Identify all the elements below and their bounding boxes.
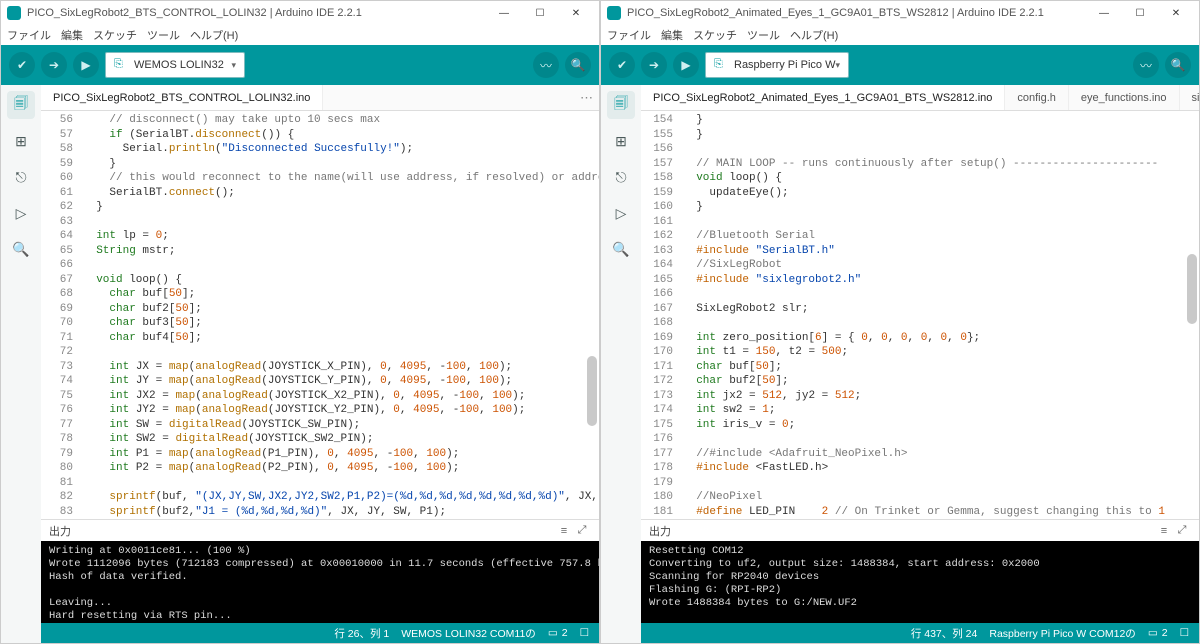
output-header: 出力 ≡ ⤢ bbox=[641, 519, 1199, 541]
menu-edit[interactable]: 編集 bbox=[61, 27, 83, 43]
output-label: 出力 bbox=[49, 523, 71, 539]
chevron-down-icon: ▾ bbox=[835, 60, 840, 71]
toolbar: ✔ ➔ ▶ ⎘ WEMOS LOLIN32 ▾ 〰 🔍 bbox=[1, 45, 599, 85]
serial-plotter-button[interactable]: 〰 bbox=[533, 52, 559, 78]
arduino-window-left: PICO_SixLegRobot2_BTS_CONTROL_LOLIN32 | … bbox=[0, 0, 600, 644]
verify-button[interactable]: ✔ bbox=[9, 52, 35, 78]
arduino-logo-icon bbox=[7, 6, 21, 20]
tab-sixlegrobot-cpp[interactable]: sixlegrobot2.cpp bbox=[1180, 85, 1200, 110]
chevron-down-icon: ▾ bbox=[231, 60, 236, 71]
tab-eyefunctions[interactable]: eye_functions.ino bbox=[1069, 85, 1180, 110]
code-editor[interactable]: 154 } 155 } 156 157 // MAIN LOOP -- runs… bbox=[641, 111, 1199, 519]
window-title: PICO_SixLegRobot2_Animated_Eyes_1_GC9A01… bbox=[627, 7, 1087, 19]
serial-monitor-button[interactable]: 🔍 bbox=[565, 52, 591, 78]
board-selector[interactable]: ⎘ WEMOS LOLIN32 ▾ bbox=[105, 52, 245, 78]
close-panel-icon[interactable]: ☐ bbox=[1180, 627, 1189, 639]
output-options-icon[interactable]: ≡ bbox=[555, 522, 573, 540]
menubar: ファイル 編集 スケッチ ツール ヘルプ(H) bbox=[601, 25, 1199, 45]
debug-button[interactable]: ▶ bbox=[673, 52, 699, 78]
boards-manager-icon[interactable]: ⊞ bbox=[607, 127, 635, 155]
usb-icon: ⎘ bbox=[714, 58, 728, 72]
tab-main-ino[interactable]: PICO_SixLegRobot2_BTS_CONTROL_LOLIN32.in… bbox=[41, 85, 323, 110]
menu-file[interactable]: ファイル bbox=[607, 27, 651, 43]
board-name: Raspberry Pi Pico W bbox=[734, 59, 835, 71]
output-options-icon[interactable]: ≡ bbox=[1155, 522, 1173, 540]
upload-button[interactable]: ➔ bbox=[641, 52, 667, 78]
serial-monitor-button[interactable]: 🔍 bbox=[1165, 52, 1191, 78]
debug-icon[interactable]: ▷ bbox=[7, 199, 35, 227]
arduino-window-right: PICO_SixLegRobot2_Animated_Eyes_1_GC9A01… bbox=[600, 0, 1200, 644]
titlebar[interactable]: PICO_SixLegRobot2_BTS_CONTROL_LOLIN32 | … bbox=[1, 1, 599, 25]
menu-edit[interactable]: 編集 bbox=[661, 27, 683, 43]
toolbar: ✔ ➔ ▶ ⎘ Raspberry Pi Pico W ▾ 〰 🔍 bbox=[601, 45, 1199, 85]
library-manager-icon[interactable]: ⎋ bbox=[7, 163, 35, 191]
status-board: WEMOS LOLIN32 COM11の bbox=[401, 626, 536, 641]
verify-button[interactable]: ✔ bbox=[609, 52, 635, 78]
status-bar: 行 26、列 1 WEMOS LOLIN32 COM11の ▭ 2 ☐ bbox=[41, 623, 599, 643]
serial-plotter-button[interactable]: 〰 bbox=[1133, 52, 1159, 78]
bell-icon[interactable]: ▭ bbox=[548, 627, 558, 639]
menu-tools[interactable]: ツール bbox=[147, 27, 180, 43]
status-bar: 行 437、列 24 Raspberry Pi Pico W COM12の ▭ 2… bbox=[641, 623, 1199, 643]
activity-bar: 🗐 ⊞ ⎋ ▷ 🔍 bbox=[1, 85, 41, 643]
window-title: PICO_SixLegRobot2_BTS_CONTROL_LOLIN32 | … bbox=[27, 7, 487, 19]
sketchbook-icon[interactable]: 🗐 bbox=[607, 91, 635, 119]
cursor-position: 行 26、列 1 bbox=[334, 626, 389, 641]
maximize-button[interactable]: ☐ bbox=[1123, 2, 1157, 24]
close-panel-icon[interactable]: ☐ bbox=[580, 627, 589, 639]
scrollbar[interactable] bbox=[1187, 254, 1197, 324]
debug-button[interactable]: ▶ bbox=[73, 52, 99, 78]
titlebar[interactable]: PICO_SixLegRobot2_Animated_Eyes_1_GC9A01… bbox=[601, 1, 1199, 25]
board-selector[interactable]: ⎘ Raspberry Pi Pico W ▾ bbox=[705, 52, 849, 78]
tab-config-h[interactable]: config.h bbox=[1005, 85, 1069, 110]
notif-count: 2 bbox=[1162, 627, 1168, 639]
minimize-button[interactable]: ― bbox=[1087, 2, 1121, 24]
code-editor[interactable]: 56 // disconnect() may take upto 10 secs… bbox=[41, 111, 599, 519]
search-icon[interactable]: 🔍 bbox=[7, 235, 35, 263]
status-board: Raspberry Pi Pico W COM12の bbox=[989, 626, 1135, 641]
minimize-button[interactable]: ― bbox=[487, 2, 521, 24]
editor-tabs: PICO_SixLegRobot2_Animated_Eyes_1_GC9A01… bbox=[641, 85, 1199, 111]
close-button[interactable]: ✕ bbox=[1159, 2, 1193, 24]
menu-help[interactable]: ヘルプ(H) bbox=[790, 27, 838, 43]
library-manager-icon[interactable]: ⎋ bbox=[607, 163, 635, 191]
tab-menu-icon[interactable]: ⋯ bbox=[580, 90, 593, 106]
menu-file[interactable]: ファイル bbox=[7, 27, 51, 43]
debug-icon[interactable]: ▷ bbox=[607, 199, 635, 227]
output-expand-icon[interactable]: ⤢ bbox=[573, 522, 591, 540]
sketchbook-icon[interactable]: 🗐 bbox=[7, 91, 35, 119]
tab-main-ino[interactable]: PICO_SixLegRobot2_Animated_Eyes_1_GC9A01… bbox=[641, 85, 1005, 110]
usb-icon: ⎘ bbox=[114, 58, 128, 72]
maximize-button[interactable]: ☐ bbox=[523, 2, 557, 24]
scrollbar[interactable] bbox=[587, 356, 597, 426]
output-header: 出力 ≡ ⤢ bbox=[41, 519, 599, 541]
output-console[interactable]: Resetting COM12 Converting to uf2, outpu… bbox=[641, 541, 1199, 623]
board-name: WEMOS LOLIN32 bbox=[134, 59, 224, 71]
menu-help[interactable]: ヘルプ(H) bbox=[190, 27, 238, 43]
search-icon[interactable]: 🔍 bbox=[607, 235, 635, 263]
notif-count: 2 bbox=[562, 627, 568, 639]
menubar: ファイル 編集 スケッチ ツール ヘルプ(H) bbox=[1, 25, 599, 45]
menu-tools[interactable]: ツール bbox=[747, 27, 780, 43]
activity-bar: 🗐 ⊞ ⎋ ▷ 🔍 bbox=[601, 85, 641, 643]
output-label: 出力 bbox=[649, 523, 671, 539]
upload-button[interactable]: ➔ bbox=[41, 52, 67, 78]
cursor-position: 行 437、列 24 bbox=[911, 626, 978, 641]
output-console[interactable]: Writing at 0x0011ce81... (100 %) Wrote 1… bbox=[41, 541, 599, 623]
editor-tabs: PICO_SixLegRobot2_BTS_CONTROL_LOLIN32.in… bbox=[41, 85, 599, 111]
bell-icon[interactable]: ▭ bbox=[1148, 627, 1158, 639]
menu-sketch[interactable]: スケッチ bbox=[693, 27, 737, 43]
close-button[interactable]: ✕ bbox=[559, 2, 593, 24]
boards-manager-icon[interactable]: ⊞ bbox=[7, 127, 35, 155]
arduino-logo-icon bbox=[607, 6, 621, 20]
menu-sketch[interactable]: スケッチ bbox=[93, 27, 137, 43]
output-expand-icon[interactable]: ⤢ bbox=[1173, 522, 1191, 540]
